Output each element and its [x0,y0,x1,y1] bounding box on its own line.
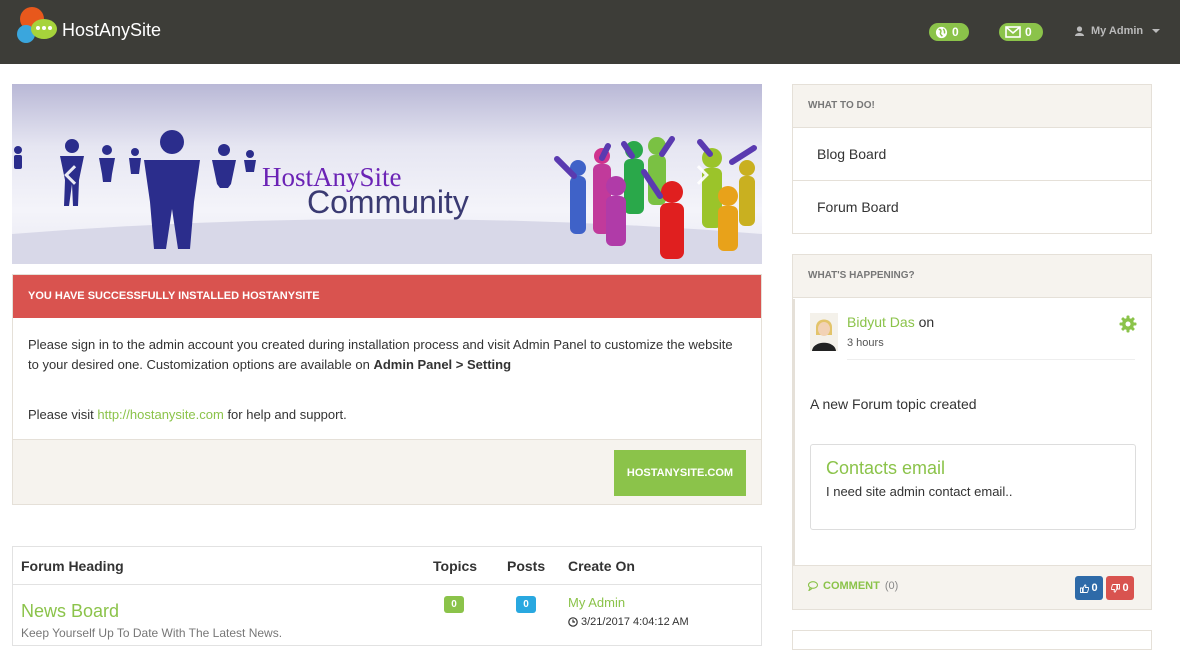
forum-row-creator[interactable]: My Admin [568,595,625,610]
avatar[interactable] [810,313,838,351]
alert-visit: Please visit http://hostanysite.com for … [28,405,746,425]
todo-item-blog-board[interactable]: Blog Board [793,128,1151,181]
alert-settings-path: Admin Panel > Setting [373,357,512,372]
comment-link[interactable]: COMMENT (0) [808,580,898,592]
table-header-divider [13,584,761,585]
activity-footer: COMMENT (0) 0 0 [793,565,1151,609]
topics-count-badge: 0 [444,596,464,613]
messages-count: 0 [1025,25,1032,39]
activity-user-suffix: on [914,314,935,330]
whats-happening-title: WHAT'S HAPPENING? [793,255,1151,298]
like-button[interactable]: 0 [1075,576,1103,600]
todo-item-forum-board[interactable]: Forum Board [793,181,1151,234]
what-to-do-panel: WHAT TO DO! Blog Board Forum Board [792,84,1152,234]
alert-title: YOU HAVE SUCCESSFULLY INSTALLED HOSTANYS… [13,275,761,318]
posts-count-badge: 0 [516,596,536,613]
activity-text: A new Forum topic created [810,396,977,412]
caret-down-icon [1152,29,1161,33]
hostanysite-link[interactable]: http://hostanysite.com [97,407,223,422]
dislike-button[interactable]: 0 [1106,576,1134,600]
user-menu-dropdown[interactable]: My Admin [1075,25,1161,37]
what-to-do-title: WHAT TO DO! [793,85,1151,128]
comments-icon [808,581,819,591]
install-alert-panel: YOU HAVE SUCCESSFULLY INSTALLED HOSTANYS… [12,274,762,505]
topic-title[interactable]: Contacts email [826,458,1120,479]
banner-subtitle: Community [307,184,469,220]
hostanysite-button[interactable]: HOSTANYSITE.COM [614,450,746,496]
thumbs-down-icon [1111,583,1121,593]
topic-card[interactable]: Contacts email I need site admin contact… [810,444,1136,530]
user-icon [1075,26,1084,36]
logo-icon[interactable] [16,6,58,46]
comment-count: (0) [884,580,899,592]
forum-table: Forum Heading Topics Posts Create On New… [12,546,762,646]
site-brand[interactable]: HostAnySite [62,20,161,41]
col-create-on: Create On [568,558,635,574]
dislike-count: 0 [1122,582,1129,594]
like-count: 0 [1091,582,1098,594]
activity-item: Bidyut Das on 3 hours A new Forum topic … [793,299,1151,565]
activity-divider [847,359,1135,360]
visit-suffix: for help and support. [223,407,347,422]
col-posts: Posts [507,558,546,574]
banner-carousel: HostAnySite Community [12,84,762,264]
whats-happening-panel: WHAT'S HAPPENING? Bidyut Das on 3 hours … [792,254,1152,610]
messages-button[interactable]: 0 [999,23,1043,41]
thumbs-up-icon [1080,583,1090,593]
activity-user-line: Bidyut Das on [847,314,934,330]
visit-prefix: Please visit [28,407,98,422]
created-date: 3/21/2017 4:04:12 AM [581,616,689,628]
user-menu-label: My Admin [1091,25,1144,37]
top-navbar: HostAnySite 0 0 My Admin [0,0,1180,64]
forum-row-created: 3/21/2017 4:04:12 AM [568,616,689,628]
alert-body: Please sign in to the admin account you … [13,318,761,439]
alert-instructions: Please sign in to the admin account you … [28,335,746,375]
notifications-button[interactable]: 0 [929,23,969,41]
activity-time: 3 hours [847,337,884,349]
activity-user-link[interactable]: Bidyut Das [847,314,915,330]
comment-label: COMMENT [823,580,880,592]
col-forum-heading: Forum Heading [21,558,124,574]
clock-icon [568,617,578,627]
envelope-icon [1005,26,1021,38]
alert-footer: HOSTANYSITE.COM [13,439,761,504]
gear-icon[interactable] [1119,315,1137,333]
next-sidebar-panel [792,630,1152,650]
col-topics: Topics [433,558,478,574]
forum-row-title[interactable]: News Board [21,601,119,622]
notifications-count: 0 [952,25,959,39]
globe-icon [935,26,948,38]
topic-description: I need site admin contact email.. [826,484,1013,499]
